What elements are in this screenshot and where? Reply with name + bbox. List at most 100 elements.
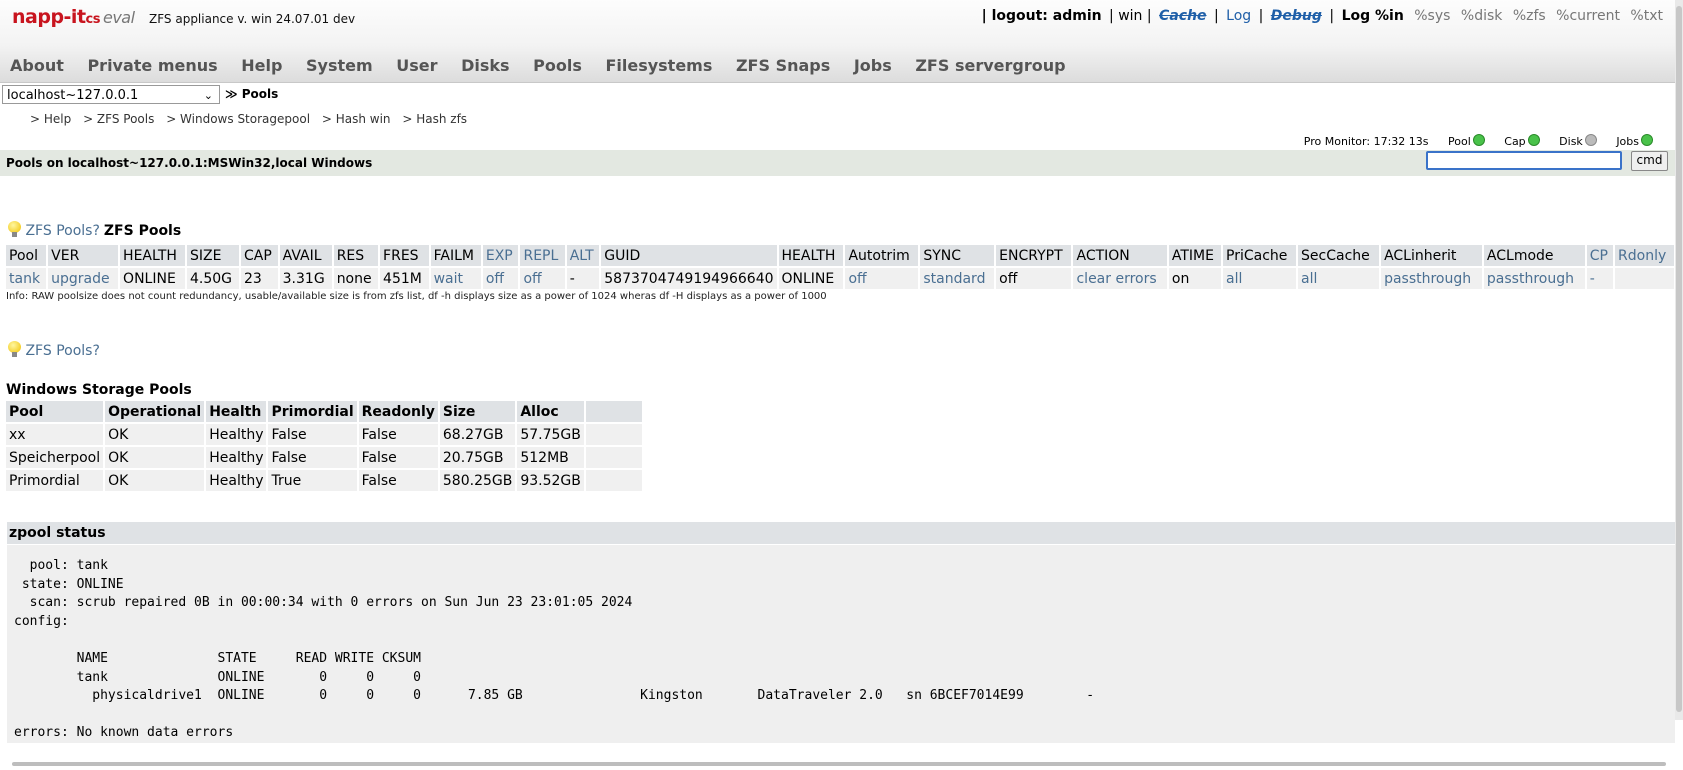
cell-aclinherit[interactable]: passthrough bbox=[1381, 268, 1482, 289]
disk-status-icon bbox=[1584, 134, 1597, 146]
disk-link[interactable]: %disk bbox=[1461, 8, 1502, 24]
sys-link[interactable]: %sys bbox=[1414, 8, 1450, 24]
cell-cp[interactable]: - bbox=[1586, 268, 1614, 289]
col-fres: FRES bbox=[380, 245, 429, 266]
menu-jobs[interactable]: Jobs bbox=[854, 56, 892, 75]
main-menu: About Private menus Help System User Dis… bbox=[10, 56, 1084, 75]
monitor-disk[interactable]: Disk bbox=[1551, 134, 1597, 148]
log-link[interactable]: Log bbox=[1226, 8, 1251, 24]
col-cap: CAP bbox=[241, 245, 278, 266]
col-repl[interactable]: REPL bbox=[520, 245, 565, 266]
menu-about[interactable]: About bbox=[10, 56, 64, 75]
txt-link[interactable]: %txt bbox=[1630, 8, 1663, 24]
monitor-cap-label: Cap bbox=[1504, 135, 1526, 148]
cell-fres: 451M bbox=[380, 268, 429, 289]
cell-readonly: False bbox=[358, 470, 438, 491]
breadcrumb-hash-zfs[interactable]: > Hash zfs bbox=[402, 112, 467, 126]
info-text: Info: RAW poolsize does not count redund… bbox=[6, 291, 827, 302]
cell-pool: xx bbox=[6, 424, 104, 445]
cell-alt: - bbox=[566, 268, 600, 289]
zfs-pools-help-link[interactable]: ZFS Pools? bbox=[25, 223, 99, 239]
win-pools-heading: ZFS Pools? bbox=[8, 341, 100, 359]
cell-pricache[interactable]: all bbox=[1223, 268, 1297, 289]
napp-it-logo[interactable]: napp-itcs eval bbox=[12, 6, 135, 28]
header-bar: napp-itcs eval ZFS appliance v. win 24.07… bbox=[0, 0, 1675, 83]
cell-autotrim[interactable]: off bbox=[845, 268, 919, 289]
col-extra bbox=[585, 401, 642, 422]
cell-ver[interactable]: upgrade bbox=[48, 268, 119, 289]
col-size: Size bbox=[439, 401, 516, 422]
menu-private-menus[interactable]: Private menus bbox=[87, 56, 217, 75]
debug-link[interactable]: Debug bbox=[1271, 8, 1322, 24]
vertical-scrollbar[interactable] bbox=[1675, 0, 1683, 720]
monitor-jobs[interactable]: Jobs bbox=[1608, 134, 1653, 148]
pro-monitor: Pro Monitor: 17:32 13s Pool Cap Disk Job… bbox=[1296, 134, 1653, 148]
monitor-cap[interactable]: Cap bbox=[1496, 134, 1540, 148]
horizontal-scrollbar[interactable] bbox=[12, 762, 1666, 766]
cache-link[interactable]: Cache bbox=[1159, 8, 1206, 24]
sep3: | bbox=[1329, 8, 1335, 24]
col-cp[interactable]: CP bbox=[1586, 245, 1614, 266]
menu-pools[interactable]: Pools bbox=[533, 56, 582, 75]
menu-user[interactable]: User bbox=[396, 56, 437, 75]
col-sync: SYNC bbox=[920, 245, 995, 266]
cell-health: Healthy bbox=[206, 447, 267, 468]
zpool-status-header: zpool status bbox=[7, 522, 1675, 544]
cell-primordial: False bbox=[268, 424, 357, 445]
cmd-input[interactable] bbox=[1426, 151, 1622, 170]
breadcrumb-hash-win[interactable]: > Hash win bbox=[322, 112, 391, 126]
menu-system[interactable]: System bbox=[306, 56, 373, 75]
menu-zfs-snaps[interactable]: ZFS Snaps bbox=[736, 56, 830, 75]
logo-suffix: cs bbox=[85, 12, 101, 27]
col-atime: ATIME bbox=[1168, 245, 1222, 266]
breadcrumb-help[interactable]: > Help bbox=[30, 112, 71, 126]
cell-alloc: 57.75GB bbox=[517, 424, 584, 445]
col-alt[interactable]: ALT bbox=[566, 245, 600, 266]
cell-action[interactable]: clear errors bbox=[1073, 268, 1167, 289]
cmd-button[interactable]: cmd bbox=[1631, 151, 1668, 171]
cell-readonly: False bbox=[358, 447, 438, 468]
col-rdonly[interactable]: Rdonly bbox=[1615, 245, 1674, 266]
log-win-link[interactable]: Log %in bbox=[1342, 8, 1404, 24]
logout-link[interactable]: | logout: admin bbox=[982, 8, 1102, 24]
menu-zfs-servergroup[interactable]: ZFS servergroup bbox=[915, 56, 1065, 75]
table-row: xx OK Healthy False False 68.27GB 57.75G… bbox=[6, 424, 642, 445]
cell-health2: ONLINE bbox=[778, 268, 844, 289]
menu-help[interactable]: Help bbox=[241, 56, 282, 75]
cell-sync[interactable]: standard bbox=[920, 268, 995, 289]
cell-pool[interactable]: tank bbox=[6, 268, 47, 289]
monitor-pool[interactable]: Pool bbox=[1440, 134, 1485, 148]
breadcrumb-windows-storagepool[interactable]: > Windows Storagepool bbox=[166, 112, 310, 126]
col-primordial: Primordial bbox=[268, 401, 357, 422]
cell-repl[interactable]: off bbox=[520, 268, 565, 289]
col-seccache: SecCache bbox=[1298, 245, 1380, 266]
cell-operational: OK bbox=[105, 424, 205, 445]
cell-failm[interactable]: wait bbox=[430, 268, 481, 289]
cell-readonly: False bbox=[358, 424, 438, 445]
zfs-pools-heading: ZFS Pools? ZFS Pools bbox=[8, 221, 181, 239]
cell-seccache[interactable]: all bbox=[1298, 268, 1380, 289]
cell-exp[interactable]: off bbox=[482, 268, 519, 289]
monitor-pool-label: Pool bbox=[1448, 135, 1471, 148]
col-action: ACTION bbox=[1073, 245, 1167, 266]
table-row: tank upgrade ONLINE 4.50G 23 3.31G none … bbox=[6, 268, 1674, 289]
col-exp[interactable]: EXP bbox=[482, 245, 519, 266]
pool-status-icon bbox=[1472, 134, 1485, 146]
current-link[interactable]: %current bbox=[1556, 8, 1620, 24]
cell-avail: 3.31G bbox=[279, 268, 332, 289]
cell-encrypt: off bbox=[996, 268, 1072, 289]
breadcrumb-zfs-pools[interactable]: > ZFS Pools bbox=[83, 112, 154, 126]
col-health2: HEALTH bbox=[778, 245, 844, 266]
menu-filesystems[interactable]: Filesystems bbox=[605, 56, 712, 75]
zfs-pools-table: Pool VER HEALTH SIZE CAP AVAIL RES FRES … bbox=[4, 243, 1676, 291]
cell-health: Healthy bbox=[206, 424, 267, 445]
win-link[interactable]: | win | bbox=[1109, 8, 1152, 24]
zfs-link[interactable]: %zfs bbox=[1513, 8, 1546, 24]
cell-size: 68.27GB bbox=[439, 424, 516, 445]
menu-disks[interactable]: Disks bbox=[461, 56, 509, 75]
table-header-row: Pool Operational Health Primordial Reado… bbox=[6, 401, 642, 422]
cell-aclmode[interactable]: passthrough bbox=[1483, 268, 1585, 289]
win-pools-help-link[interactable]: ZFS Pools? bbox=[25, 343, 99, 359]
host-select[interactable]: localhost~127.0.0.1 ⌄ bbox=[2, 85, 220, 104]
col-aclinherit: ACLinherit bbox=[1381, 245, 1482, 266]
